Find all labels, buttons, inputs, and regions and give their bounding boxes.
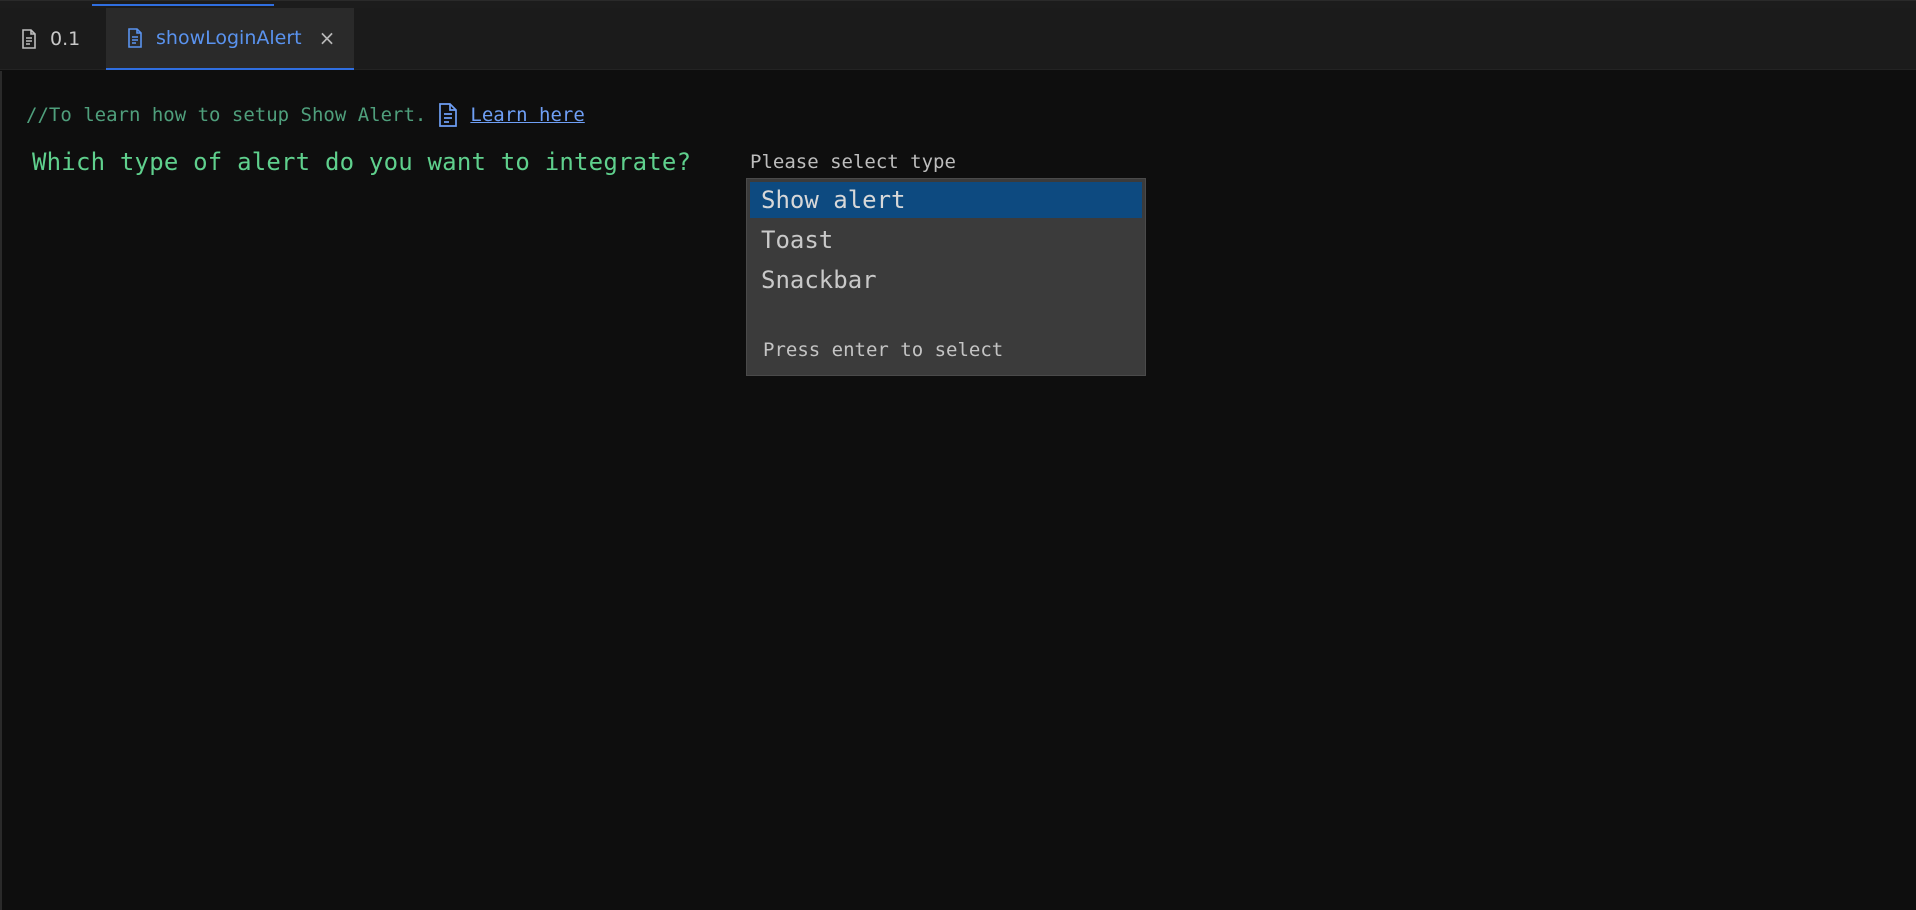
close-icon[interactable]: × xyxy=(316,27,338,49)
window-top-strip xyxy=(0,0,1916,8)
select-type-label: Please select type xyxy=(750,151,956,173)
setup-comment: //To learn how to setup Show Alert. Lear… xyxy=(26,102,585,128)
learn-here-link[interactable]: Learn here xyxy=(470,104,584,126)
select-hint: Press enter to select xyxy=(763,339,1004,361)
tab-label: showLoginAlert xyxy=(156,27,302,49)
tab-0-1[interactable]: 0.1 xyxy=(0,8,104,70)
document-icon xyxy=(124,27,146,49)
option-toast[interactable]: Toast xyxy=(750,222,1142,258)
top-accent-bar xyxy=(92,4,274,6)
tab-show-login-alert[interactable]: showLoginAlert × xyxy=(106,8,354,70)
document-icon xyxy=(436,102,460,128)
option-show-alert[interactable]: Show alert xyxy=(750,182,1142,218)
alert-type-dropdown[interactable]: Show alert Toast Snackbar Press enter to… xyxy=(746,178,1146,376)
tab-label: 0.1 xyxy=(50,28,81,50)
comment-text: //To learn how to setup Show Alert. xyxy=(26,104,427,126)
alert-type-question: Which type of alert do you want to integ… xyxy=(32,148,692,176)
option-snackbar[interactable]: Snackbar xyxy=(750,262,1142,298)
tab-bar: 0.1 showLoginAlert × xyxy=(0,8,1916,70)
document-icon xyxy=(18,28,40,50)
